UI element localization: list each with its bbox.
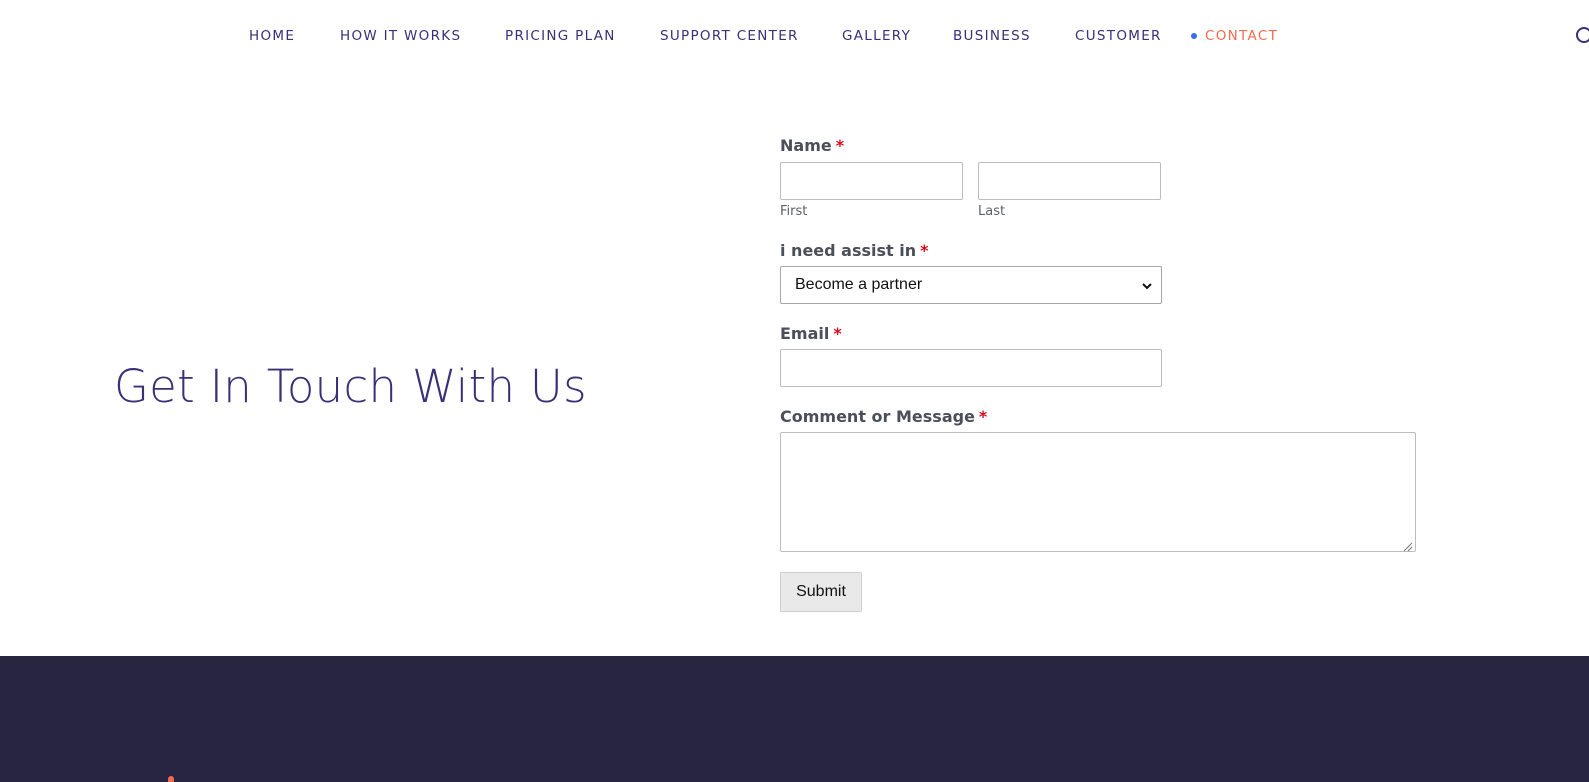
assist-label: i need assist in * [780,241,929,260]
nav-item-pricing-plan[interactable]: PRICING PLAN [505,28,616,44]
nav-item-how-it-works[interactable]: HOW IT WORKS [340,28,461,44]
required-mark: * [833,324,842,343]
email-label-text: Email [780,324,830,343]
message-textarea[interactable] [780,432,1416,552]
assist-select[interactable]: Become a partner [780,266,1162,304]
nav-item-gallery[interactable]: GALLERY [842,28,911,44]
assist-select-value: Become a partner [795,276,923,293]
submit-button[interactable]: Submit [780,572,862,612]
footer [0,656,1589,782]
first-name-input[interactable] [780,162,963,200]
name-label: Name * [780,136,844,155]
last-name-input[interactable] [978,162,1161,200]
message-label-text: Comment or Message [780,407,975,426]
email-label: Email * [780,324,842,343]
message-label: Comment or Message * [780,407,987,426]
nav-item-customer[interactable]: CUSTOMER [1075,28,1162,44]
search-icon[interactable] [1575,26,1589,46]
footer-logo-mark [168,776,174,782]
required-mark: * [835,136,845,155]
name-label-text: Name [780,136,832,155]
required-mark: * [978,407,988,426]
nav-item-business[interactable]: BUSINESS [953,28,1031,44]
active-indicator-dot [1191,33,1197,39]
nav-item-home[interactable]: HOME [249,28,295,44]
nav-item-support-center[interactable]: SUPPORT CENTER [660,28,799,44]
main-nav: HOME HOW IT WORKS PRICING PLAN SUPPORT C… [0,0,1589,74]
first-name-sublabel: First [780,204,808,219]
resize-grip-icon[interactable] [1403,539,1413,552]
last-name-sublabel: Last [978,204,1006,219]
email-field[interactable] [780,349,1162,387]
chevron-down-icon [1141,279,1153,291]
nav-item-contact[interactable]: CONTACT [1205,28,1278,44]
assist-label-text: i need assist in [780,241,917,260]
page-title: Get In Touch With Us [114,360,587,413]
required-mark: * [920,241,929,260]
